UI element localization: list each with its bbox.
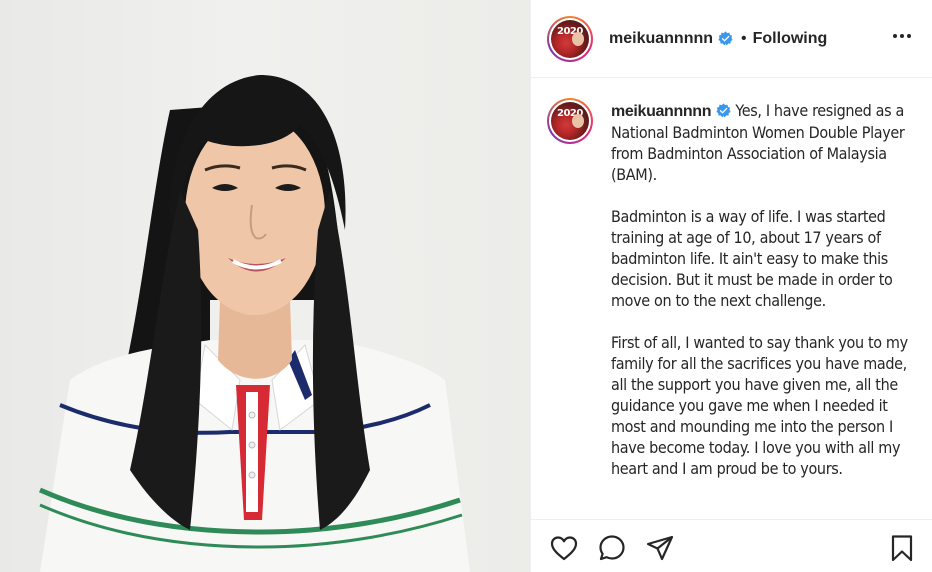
post-side-panel: 2020 meikuannnnn • Following 2020 meikua… [530,0,932,572]
caption-section: 2020 meikuannnnn Yes, I have resigned as… [531,78,932,500]
bookmark-icon[interactable] [887,533,917,563]
more-options-icon[interactable] [890,26,914,46]
portrait-illustration [38,75,470,572]
avatar[interactable]: 2020 [547,15,593,62]
instagram-post: 2020 meikuannnnn • Following 2020 meikua… [0,0,932,572]
post-header: 2020 meikuannnnn • Following [531,0,932,78]
verified-badge-icon [718,31,733,46]
caption-text: meikuannnnn Yes, I have resigned as a Na… [611,100,911,500]
header-username[interactable]: meikuannnnn [609,30,713,48]
following-button[interactable]: Following [753,30,828,48]
caption-paragraph-3: First of all, I wanted to say thank you … [611,333,908,478]
action-bar [531,519,932,572]
caption-avatar-image: 2020 [551,102,589,140]
caption-avatar[interactable]: 2020 [547,98,593,144]
share-icon[interactable] [645,533,675,563]
heart-icon[interactable] [549,533,579,563]
post-photo[interactable] [0,0,530,572]
separator-dot: • [741,29,747,47]
placket-inner [246,392,258,512]
comment-icon[interactable] [597,533,627,563]
avatar-image: 2020 [551,19,589,58]
caption-verified-badge-icon [716,103,731,118]
caption-paragraph-2: Badminton is a way of life. I was starte… [611,207,893,310]
caption-username[interactable]: meikuannnnn [611,103,712,120]
